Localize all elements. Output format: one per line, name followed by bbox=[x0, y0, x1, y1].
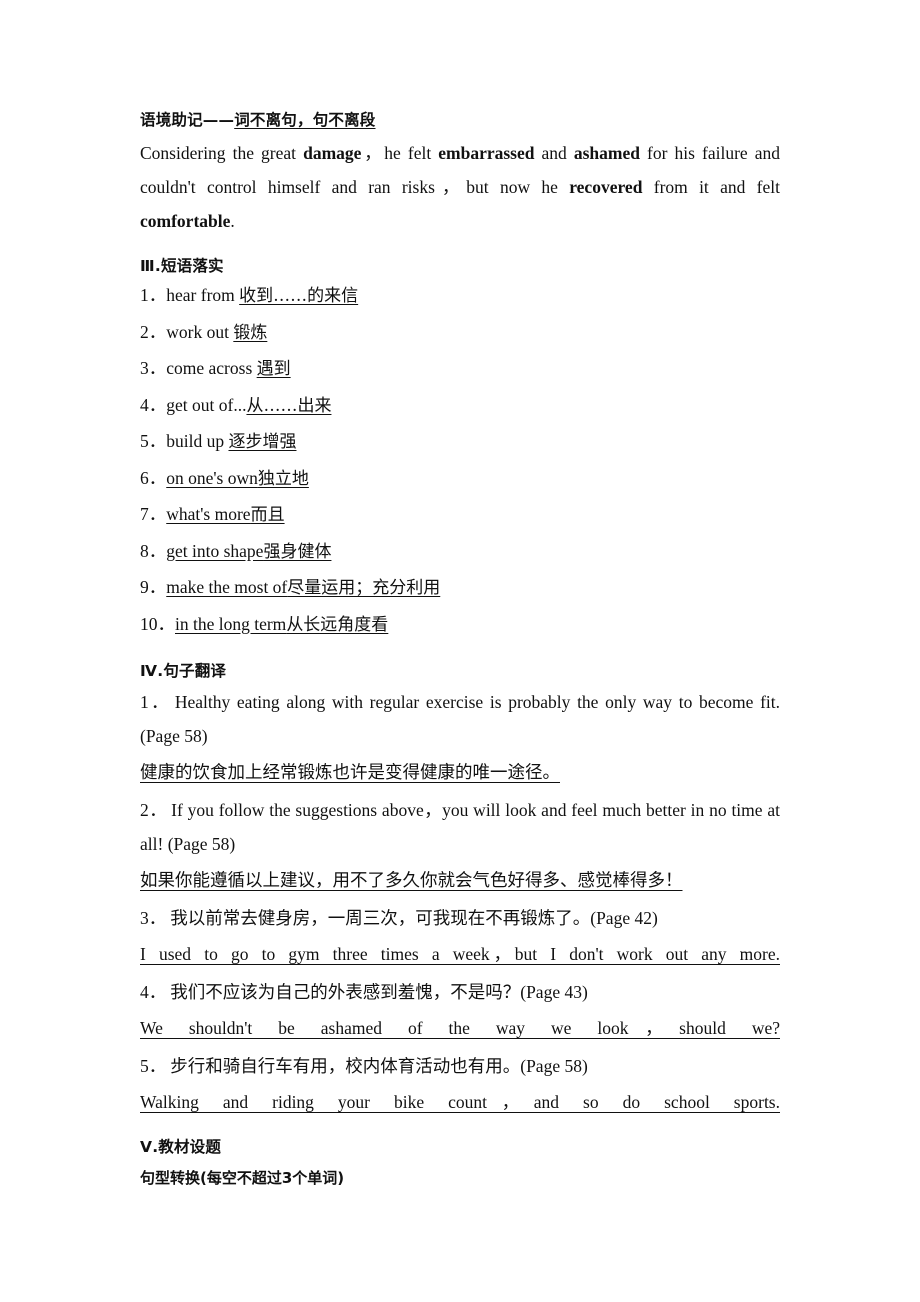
phrases-section-heading: Ⅲ.短语落实 bbox=[140, 257, 224, 275]
context-text-run: ，he felt bbox=[361, 143, 439, 163]
translation-question-text: Healthy eating along with regular exerci… bbox=[140, 692, 781, 746]
translation-list: 1． Healthy eating along with regular exer… bbox=[140, 685, 780, 1119]
phrase-item: 7．what's more而且 bbox=[140, 497, 780, 534]
phrase-item-english: build up bbox=[166, 431, 229, 451]
translation-answer: Walking and riding your bike count，and s… bbox=[140, 1092, 780, 1112]
phrase-item-number: 4． bbox=[140, 394, 167, 415]
translation-question: 2． If you follow the suggestions above，yo… bbox=[140, 793, 780, 861]
phrase-item-answer: 遇到 bbox=[256, 359, 291, 379]
phrase-item-english: on one's own bbox=[166, 467, 258, 488]
translation-question-number: 1． bbox=[140, 692, 171, 712]
phrase-item-number: 9． bbox=[140, 577, 167, 597]
phrase-item: 6．on one's own独立地 bbox=[140, 461, 780, 498]
textbook-section-heading: Ⅴ.教材设题 bbox=[140, 1138, 222, 1156]
context-section-title: 语境助记——词不离句，句不离段 bbox=[140, 108, 780, 130]
translation-answer: I used to go to gym three times a week，b… bbox=[140, 944, 780, 964]
context-text-run: Considering the great bbox=[140, 143, 304, 163]
phrase-item-english: what's more bbox=[166, 504, 251, 524]
phrase-item-number: 2． bbox=[140, 321, 167, 342]
translation-question-number: 3． bbox=[140, 908, 167, 928]
phrase-item-english: make the most of bbox=[166, 577, 288, 597]
context-paragraph: Considering the great damage，he felt emb… bbox=[140, 136, 780, 238]
phrase-item: 10．in the long term从长远角度看 bbox=[140, 607, 780, 644]
translation-section-heading: Ⅳ.句子翻译 bbox=[140, 662, 227, 680]
phrase-item: 8．get into shape强身健体 bbox=[140, 534, 780, 571]
phrase-item-answer: 锻炼 bbox=[233, 322, 268, 343]
translation-question-text: If you follow the suggestions above，you … bbox=[140, 800, 780, 854]
phrase-item: 3．come across 遇到 bbox=[140, 351, 780, 388]
phrase-item-english: come across bbox=[166, 358, 257, 378]
translation-question-text: 我以前常去健身房，一周三次，可我现在不再锻炼了。(Page 42) bbox=[170, 908, 658, 928]
phrase-item-english: get out of... bbox=[166, 394, 247, 415]
phrase-item-answer: 独立地 bbox=[257, 468, 309, 489]
translation-question: 3． 我以前常去健身房，一周三次，可我现在不再锻炼了。(Page 42) bbox=[140, 901, 780, 935]
phrase-item-number: 1． bbox=[140, 285, 167, 305]
phrase-item-answer: 强身健体 bbox=[263, 541, 332, 562]
phrase-item-answer: 尽量运用；充分利用 bbox=[287, 578, 441, 598]
phrase-item-answer: 从……出来 bbox=[246, 395, 332, 416]
phrase-item-english: get into shape bbox=[166, 540, 264, 561]
phrase-item: 5．build up 逐步增强 bbox=[140, 424, 780, 461]
translation-question: 4． 我们不应该为自己的外表感到羞愧，不是吗？(Page 43) bbox=[140, 975, 780, 1009]
translation-answer: We shouldn't be ashamed of the way we lo… bbox=[140, 1018, 780, 1038]
context-text-run: from it and felt bbox=[642, 177, 780, 197]
phrase-item: 2．work out 锻炼 bbox=[140, 315, 780, 352]
phrase-item-number: 5． bbox=[140, 431, 167, 451]
phrase-item-answer: 收到……的来信 bbox=[239, 286, 359, 306]
context-keyword: recovered bbox=[569, 177, 643, 197]
phrase-item-number: 10． bbox=[140, 613, 175, 634]
phrase-item-answer: 从长远角度看 bbox=[286, 614, 389, 635]
translation-question: 5． 步行和骑自行车有用，校内体育活动也有用。(Page 58) bbox=[140, 1049, 780, 1083]
phrase-item: 9．make the most of尽量运用；充分利用 bbox=[140, 570, 780, 607]
translation-question: 1． Healthy eating along with regular exer… bbox=[140, 685, 780, 753]
context-keyword: ashamed bbox=[573, 143, 640, 163]
phrase-item: 4．get out of...从……出来 bbox=[140, 388, 780, 425]
context-title-underlined: 词不离句，句不离段 bbox=[234, 111, 376, 129]
phrase-item-number: 7． bbox=[140, 504, 167, 524]
context-keyword: damage bbox=[303, 143, 362, 163]
context-keyword: embarrassed bbox=[438, 143, 535, 163]
phrase-item-number: 8． bbox=[140, 540, 167, 561]
translation-question-number: 4． bbox=[140, 982, 167, 1002]
context-text-run: and bbox=[534, 143, 574, 163]
context-keyword: comfortable bbox=[140, 211, 231, 231]
phrase-item-english: in the long term bbox=[175, 613, 287, 634]
translation-answer: 如果你能遵循以上建议，用不了多久你就会气色好得多、感觉棒得多！ bbox=[140, 870, 683, 890]
translation-answer: 健康的饮食加上经常锻炼也许是变得健康的唯一途径。 bbox=[140, 762, 560, 782]
context-text-run: . bbox=[230, 211, 235, 231]
translation-question-text: 步行和骑自行车有用，校内体育活动也有用。(Page 58) bbox=[170, 1056, 588, 1076]
phrase-item-number: 6． bbox=[140, 467, 167, 488]
translation-question-text: 我们不应该为自己的外表感到羞愧，不是吗？(Page 43) bbox=[170, 982, 588, 1002]
phrase-item-english: work out bbox=[166, 321, 234, 342]
phrase-item-english: hear from bbox=[166, 285, 240, 305]
context-title-prefix: 语境助记—— bbox=[140, 111, 235, 129]
phrase-item-answer: 逐步增强 bbox=[228, 432, 297, 452]
phrase-item-answer: 而且 bbox=[250, 505, 285, 525]
translation-question-number: 5． bbox=[140, 1056, 167, 1076]
translation-question-number: 2． bbox=[140, 800, 168, 820]
phrase-list: 1．hear from 收到……的来信 2．work out 锻炼 3．come a… bbox=[140, 278, 780, 643]
phrase-item-number: 3． bbox=[140, 358, 167, 378]
phrase-item: 1．hear from 收到……的来信 bbox=[140, 278, 780, 315]
textbook-subheading: 句型转换(每空不超过3个单词) bbox=[140, 1169, 345, 1187]
document-page: 语境助记——词不离句，句不离段 Considering the great da… bbox=[140, 0, 780, 1188]
